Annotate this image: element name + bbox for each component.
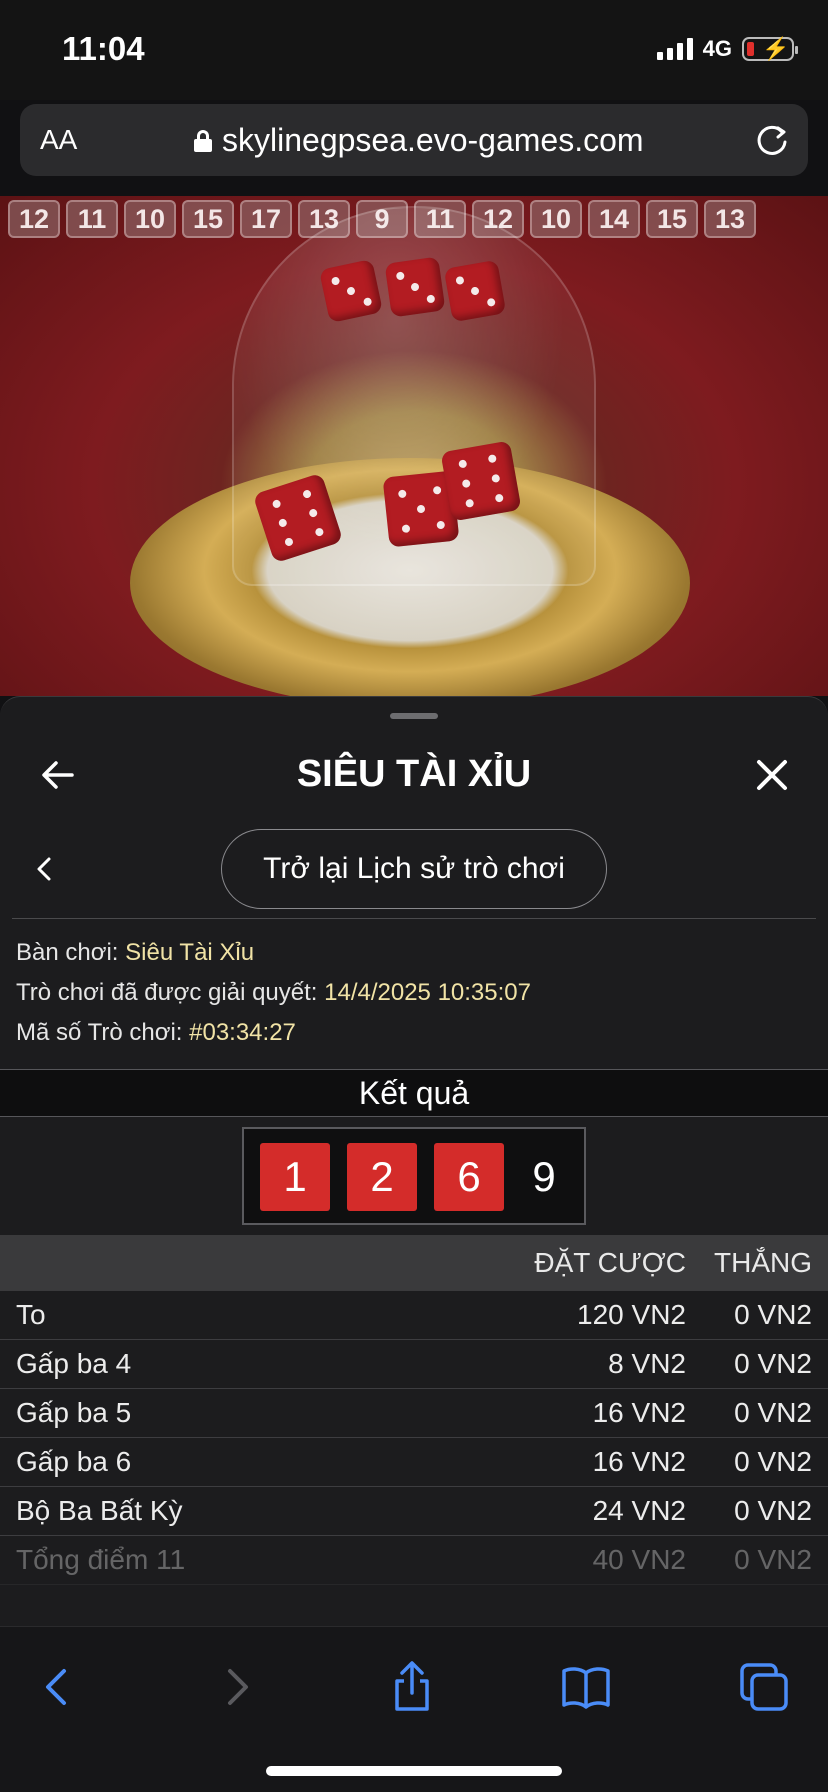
battery-icon: ⚡ — [742, 37, 798, 61]
column-header-win: THẮNG — [714, 1247, 812, 1278]
game-id-label: Mã số Trò chơi: — [16, 1019, 183, 1046]
close-icon[interactable] — [752, 755, 792, 795]
drag-handle[interactable] — [390, 713, 438, 719]
url-display[interactable]: skylinegpsea.evo-games.com — [194, 122, 644, 159]
bet-amount: 8 VN2 — [608, 1348, 686, 1379]
text-size-button[interactable]: AA — [40, 124, 77, 156]
bet-amount: 16 VN2 — [592, 1446, 686, 1477]
die-icon — [443, 259, 507, 323]
result-heading: Kết quả — [0, 1069, 828, 1117]
result-box: 1 2 6 9 — [242, 1127, 586, 1225]
result-die-2: 2 — [347, 1143, 417, 1211]
column-header-bet: ĐẶT CƯỢC — [534, 1247, 686, 1278]
history-chip: 12 — [8, 200, 60, 238]
die-icon — [440, 440, 522, 522]
address-bar[interactable]: AA skylinegpsea.evo-games.com — [20, 104, 808, 176]
win-amount: 0 VN2 — [734, 1446, 812, 1477]
die-icon — [384, 256, 446, 318]
settled-info: Trò chơi đã được giải quyết: 14/4/2025 1… — [16, 973, 531, 1013]
result-die-3: 6 — [434, 1143, 504, 1211]
bet-name: Gấp ba 6 — [16, 1446, 132, 1477]
game-result-panel: SIÊU TÀI XỈU Trở lại Lịch sử trò chơi Bà… — [0, 696, 828, 1626]
game-id-value: #03:34:27 — [189, 1019, 296, 1046]
settled-label: Trò chơi đã được giải quyết: — [16, 979, 318, 1006]
home-indicator[interactable] — [266, 1766, 562, 1776]
win-amount: 0 VN2 — [734, 1397, 812, 1428]
share-icon[interactable] — [384, 1659, 440, 1715]
divider — [12, 918, 816, 919]
result-die-1: 1 — [260, 1143, 330, 1211]
history-chip: 17 — [240, 200, 292, 238]
table-row: Gấp ba 4 8 VN2 0 VN2 — [0, 1340, 828, 1389]
table-row: Gấp ba 5 16 VN2 0 VN2 — [0, 1389, 828, 1438]
win-amount: 0 VN2 — [734, 1299, 812, 1330]
network-type: 4G — [702, 36, 732, 61]
bet-name: Bộ Ba Bất Kỳ — [16, 1495, 183, 1526]
bet-table: ĐẶT CƯỢC THẮNG To 120 VN2 0 VN2 Gấp ba 4… — [0, 1235, 828, 1585]
back-icon[interactable] — [30, 1659, 86, 1715]
history-chip: 15 — [182, 200, 234, 238]
live-video-stream: 1211101517139111210141513 — [0, 196, 828, 696]
status-indicators: 4G ⚡ — [656, 36, 798, 62]
bet-amount: 120 VN2 — [577, 1299, 686, 1330]
status-time: 11:04 — [62, 30, 145, 67]
win-amount: 0 VN2 — [734, 1544, 812, 1575]
bet-amount: 40 VN2 — [592, 1544, 686, 1575]
status-bar: 11:04 4G ⚡ — [0, 0, 828, 100]
forward-icon[interactable] — [208, 1659, 264, 1715]
table-info: Bàn chơi: Siêu Tài Xỉu — [16, 933, 531, 973]
bet-name: Gấp ba 5 — [16, 1397, 132, 1428]
bet-name: Tổng điểm 11 — [16, 1544, 186, 1575]
table-value: Siêu Tài Xỉu — [125, 939, 255, 966]
result-total: 9 — [532, 1153, 556, 1200]
history-chip: 10 — [124, 200, 176, 238]
bet-name: To — [16, 1299, 46, 1330]
win-amount: 0 VN2 — [734, 1495, 812, 1526]
bet-amount: 24 VN2 — [592, 1495, 686, 1526]
game-id-info: Mã số Trò chơi: #03:34:27 — [16, 1013, 531, 1053]
history-chip: 14 — [588, 200, 640, 238]
table-row: Bộ Ba Bất Kỳ 24 VN2 0 VN2 — [0, 1487, 828, 1536]
table-row: To 120 VN2 0 VN2 — [0, 1291, 828, 1340]
table-row: Tổng điểm 11 40 VN2 0 VN2 — [0, 1536, 828, 1585]
reload-icon[interactable] — [752, 120, 792, 160]
history-chip: 15 — [646, 200, 698, 238]
bet-name: Gấp ba 4 — [16, 1348, 132, 1379]
history-chip: 13 — [704, 200, 756, 238]
history-chip: 10 — [530, 200, 582, 238]
bet-amount: 16 VN2 — [592, 1397, 686, 1428]
die-icon — [318, 258, 384, 324]
chevron-left-icon[interactable] — [32, 853, 56, 885]
table-label: Bàn chơi: — [16, 939, 119, 966]
table-header: ĐẶT CƯỢC THẮNG — [0, 1235, 828, 1291]
url-text: skylinegpsea.evo-games.com — [222, 122, 644, 158]
game-info: Bàn chơi: Siêu Tài Xỉu Trò chơi đã được … — [16, 933, 531, 1053]
table-row: Gấp ba 6 16 VN2 0 VN2 — [0, 1438, 828, 1487]
settled-value: 14/4/2025 10:35:07 — [324, 979, 531, 1006]
panel-header: SIÊU TÀI XỈU — [0, 733, 828, 823]
win-amount: 0 VN2 — [734, 1348, 812, 1379]
bookmarks-icon[interactable] — [558, 1659, 614, 1715]
lock-icon — [194, 129, 212, 152]
history-chip: 11 — [66, 200, 118, 238]
cellular-signal-icon — [656, 38, 693, 60]
tabs-icon[interactable] — [736, 1659, 792, 1715]
history-nav: Trở lại Lịch sử trò chơi — [0, 827, 828, 911]
back-to-history-button[interactable]: Trở lại Lịch sử trò chơi — [221, 829, 607, 909]
panel-title: SIÊU TÀI XỈU — [296, 753, 532, 795]
